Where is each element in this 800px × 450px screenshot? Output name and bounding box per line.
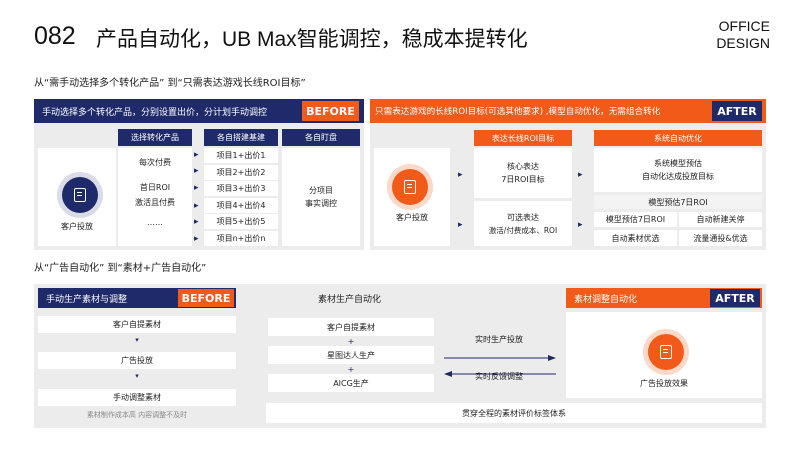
after-client-label-2: 广告投放效果	[640, 379, 688, 388]
arrow-right-icon: ▸	[458, 220, 463, 230]
middle-step: 星图达人生产	[268, 346, 434, 364]
mid-header: 表达长线ROI目标	[474, 130, 572, 146]
arrow-right-icon: ▸	[194, 234, 199, 244]
before-badge-2: BEFORE	[178, 289, 234, 307]
arrow-right-icon: ▸	[194, 150, 199, 160]
before-step: 客户自提素材	[38, 316, 236, 333]
after-badge-1: AFTER	[712, 101, 762, 121]
col2-header: 各自搭建基建	[204, 129, 278, 146]
col2-item: 项目5+出价5	[204, 214, 278, 229]
arrow-down-icon: ▾	[135, 336, 139, 344]
client-label-after-1: 客户投放	[396, 213, 428, 222]
mid-box1-line2: 7日ROI目标	[501, 175, 545, 184]
arrow-right-label: 实时生产投放	[475, 335, 523, 344]
brand-line2: DESIGN	[716, 35, 770, 51]
before-title-text-2: 手动生产素材与调整	[46, 294, 128, 305]
after-title-bar-1: 只需表达游戏的长线ROI目标(可选其他要求) ,模型自动优化，无需组合转化	[370, 99, 766, 123]
middle-step: 客户自提素材	[268, 318, 434, 336]
right-top-line2: 自动化达成投放目标	[642, 172, 714, 181]
long-arrow-right-icon	[444, 347, 556, 361]
right-grid-item: 自动新建关停	[679, 212, 762, 227]
col2-item: 项目4+出价4	[204, 197, 278, 213]
col1-item: ……	[147, 217, 163, 227]
mid-box2-line1: 可选表达	[507, 212, 539, 222]
col2-item: 项目2+出价2	[204, 164, 278, 180]
right-top-line1: 系统模型预估	[654, 159, 702, 168]
after-badge-2: AFTER	[710, 289, 760, 307]
col1-body: 每次付费 首日ROI 激活且付费 ……	[118, 148, 192, 246]
plus-icon: +	[347, 365, 355, 374]
right-grid-item: 模型预估7日ROI	[594, 212, 677, 227]
before-step: 广告投放	[38, 352, 236, 369]
plus-icon: +	[347, 337, 355, 346]
brand-line1: OFFICE	[718, 18, 770, 34]
col3-header: 各自盯盘	[282, 129, 360, 146]
document-icon	[74, 188, 86, 202]
middle-step: AICG生产	[268, 374, 434, 392]
col2-item: 项目1+出价1	[204, 148, 278, 163]
arrow-right-icon: ▸	[458, 170, 463, 180]
col3-line1: 分项目	[309, 186, 333, 195]
client-circle-blue	[62, 177, 98, 213]
col2-body: 项目1+出价1 项目2+出价2 项目3+出价3 项目4+出价4 项目5+出价5 …	[204, 148, 278, 246]
before-note: 素材制作成本高 内容调整不及时	[86, 411, 188, 419]
after-title-text-2: 素材调整自动化	[574, 294, 638, 305]
document-icon	[660, 345, 672, 359]
title-number: 082	[34, 22, 76, 50]
after-circle-2	[648, 334, 684, 370]
mid-box2-line2: 激活/付费成本、ROI	[488, 225, 558, 235]
section2-heading: 从“广告自动化” 到“素材+广告自动化”	[34, 263, 207, 274]
col2-item: 项目3+出价3	[204, 181, 278, 196]
middle-title: 素材生产自动化	[318, 295, 382, 305]
mid-box1-line1: 核心表达	[507, 162, 539, 171]
client-circle-before-1	[62, 177, 98, 213]
arrow-left-label: 实时反馈调整	[475, 372, 523, 381]
before-badge-1: BEFORE	[302, 101, 359, 121]
right-grid-item: 自动素材优选	[594, 230, 677, 246]
col3-body: 分项目 事实调控	[282, 148, 360, 246]
arrow-down-icon: ▾	[135, 372, 139, 380]
arrow-right-icon: ▸	[194, 183, 199, 193]
long-arrow-left-icon	[444, 363, 556, 377]
client-circle-orange	[392, 169, 428, 205]
arrow-right-icon: ▸	[578, 170, 583, 180]
col1-item: 每次付费	[139, 157, 171, 167]
col1-header: 选择转化产品	[118, 129, 192, 146]
client-circle-orange	[648, 334, 684, 370]
mid-box2: 可选表达 激活/付费成本、ROI	[474, 201, 572, 246]
arrow-right-icon: ▸	[194, 217, 199, 227]
document-icon	[404, 180, 416, 194]
col1-item: 激活且付费	[135, 197, 175, 207]
col2-item: 项目n+出价n	[204, 230, 278, 246]
section1-heading: 从“需手动选择多个转化产品” 到“只需表达游戏长线ROI目标”	[34, 78, 306, 89]
arrow-right-icon: ▸	[578, 220, 583, 230]
arrow-right-icon: ▸	[194, 201, 199, 211]
right-header: 系统自动优化	[594, 130, 762, 146]
before-step: 手动调整素材	[38, 389, 236, 406]
col3-line2: 事实调控	[305, 199, 337, 208]
mid-box1: 核心表达 7日ROI目标	[474, 148, 572, 198]
after-title-text-1: 只需表达游戏的长线ROI目标(可选其他要求) ,模型自动优化，无需组合转化	[375, 107, 661, 117]
right-top-box: 系统模型预估 自动化达成投放目标	[594, 148, 762, 192]
right-grid-item: 流量通投&优选	[679, 230, 762, 246]
bottom-bar: 贯穿全程的素材评价标签体系	[266, 403, 762, 423]
arrow-right-icon: ▸	[194, 166, 199, 176]
col1-item: 首日ROI	[139, 182, 171, 192]
page-title: 产品自动化，UB Max智能调控，稳成本提转化	[96, 28, 528, 51]
before-title-text-1: 手动选择多个转化产品，分别设置出价，分计划手动调控	[42, 107, 268, 118]
right-wide-box: 模型预估7日ROI	[594, 195, 762, 209]
client-circle-after-1	[392, 169, 428, 205]
client-label-before-1: 客户投放	[61, 222, 93, 231]
